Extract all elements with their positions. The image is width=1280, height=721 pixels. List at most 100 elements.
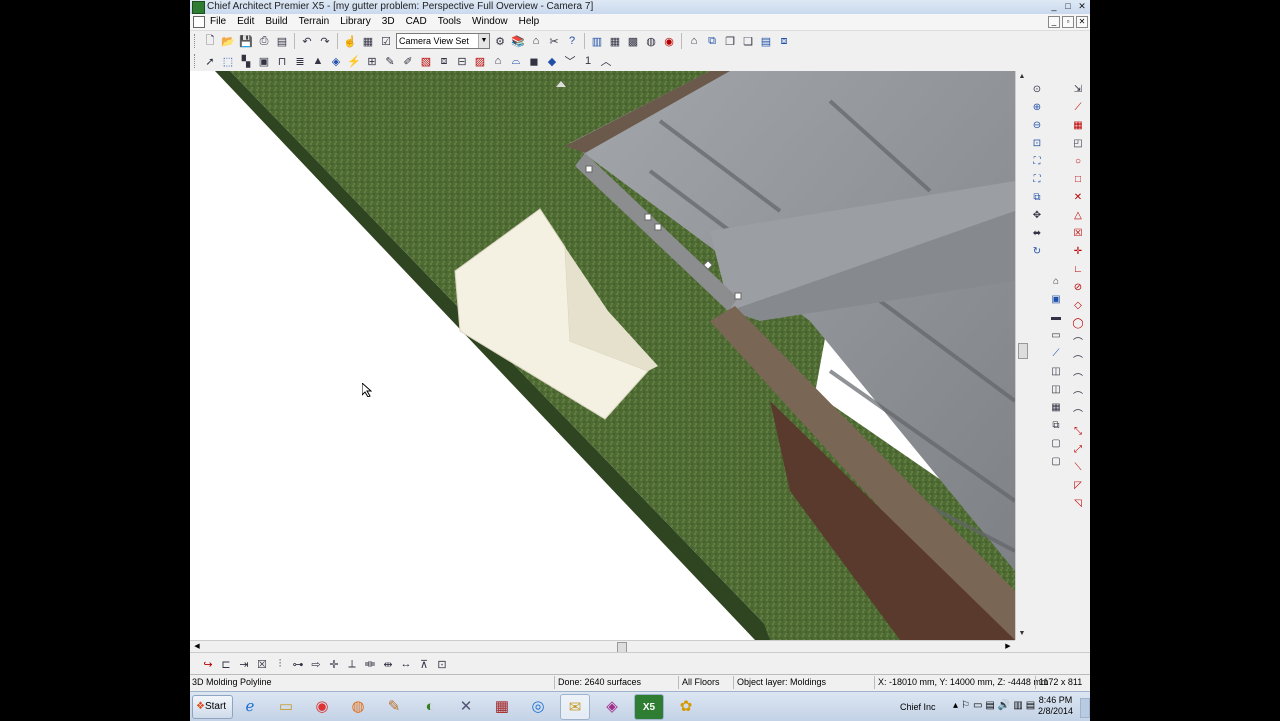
move-camera-icon[interactable]: ⬌ bbox=[1029, 225, 1045, 241]
library-icon[interactable]: 📚 bbox=[510, 33, 526, 49]
zoom-in-icon[interactable]: ⊕ bbox=[1029, 99, 1045, 115]
view-icon-3[interactable]: ▬ bbox=[1048, 309, 1064, 325]
menu-3d[interactable]: 3D bbox=[382, 16, 395, 27]
camera-view-set-dropdown[interactable]: Camera View Set ▼ bbox=[396, 33, 490, 49]
clock[interactable]: 8:46 PM 2/8/2014 bbox=[1038, 695, 1073, 717]
arc-icon-5[interactable]: ⌒ bbox=[1070, 405, 1086, 421]
copy-window-icon[interactable]: ❐ bbox=[722, 33, 738, 49]
copy-paste-icon[interactable]: ⊶ bbox=[290, 656, 306, 672]
wall-tool-icon[interactable]: ▚ bbox=[238, 53, 254, 69]
rectangle-icon[interactable]: □ bbox=[1070, 171, 1086, 187]
tape-measure-icon[interactable]: ⟂ bbox=[344, 656, 360, 672]
file-explorer-icon[interactable]: ▭ bbox=[272, 694, 300, 718]
app-icon-9[interactable]: ◎ bbox=[524, 694, 552, 718]
sphere-view-icon[interactable]: ◍ bbox=[643, 33, 659, 49]
no-symbol-icon[interactable]: ⊘ bbox=[1070, 279, 1086, 295]
grid-icon[interactable]: ▦ bbox=[1048, 399, 1064, 415]
open-object-icon[interactable]: ⊏ bbox=[218, 656, 234, 672]
distribute-icon[interactable]: ↔ bbox=[398, 656, 414, 672]
app-icon-11[interactable]: ◈ bbox=[598, 694, 626, 718]
send-to-layout-icon[interactable]: ⧈ bbox=[776, 33, 792, 49]
app-icon-10[interactable]: ✉ bbox=[560, 694, 590, 720]
delete-icon[interactable]: ☒ bbox=[254, 656, 270, 672]
grid-view-icon[interactable]: ▦ bbox=[607, 33, 623, 49]
menu-library[interactable]: Library bbox=[340, 16, 371, 27]
next-icon[interactable]: ↪ bbox=[200, 656, 216, 672]
cad-icon-24[interactable]: ◹ bbox=[1070, 495, 1086, 511]
checkbox-icon[interactable]: ☑ bbox=[378, 33, 394, 49]
solid-icon[interactable]: ◼ bbox=[526, 53, 542, 69]
start-button[interactable]: ❖Start bbox=[192, 695, 233, 719]
corner-icon[interactable]: ∟ bbox=[1070, 261, 1086, 277]
menu-window[interactable]: Window bbox=[472, 16, 508, 27]
arc-icon-3[interactable]: ⌒ bbox=[1070, 369, 1086, 385]
circle-icon[interactable]: ○ bbox=[1070, 153, 1086, 169]
house-camera-icon[interactable]: ⌂ bbox=[686, 33, 702, 49]
catalog-icon[interactable]: ⌂ bbox=[528, 33, 544, 49]
menu-edit[interactable]: Edit bbox=[237, 16, 254, 27]
flower-app-icon[interactable]: ✿ bbox=[672, 694, 700, 718]
layer-set-icon[interactable]: ▦ bbox=[360, 33, 376, 49]
cad-icon-23[interactable]: ◸ bbox=[1070, 477, 1086, 493]
layout-icon[interactable]: ▤ bbox=[758, 33, 774, 49]
terrain-icon[interactable]: ▨ bbox=[472, 53, 488, 69]
undo-zoom-icon[interactable]: ⊡ bbox=[1029, 135, 1045, 151]
paint-app-icon[interactable]: ✎ bbox=[380, 694, 408, 718]
center-icon[interactable]: ⊼ bbox=[416, 656, 432, 672]
transform-icon[interactable]: ⇥ bbox=[236, 656, 252, 672]
cad-icon-1[interactable]: ⇲ bbox=[1070, 81, 1086, 97]
cad-icon-20[interactable]: ⤡ bbox=[1070, 423, 1086, 439]
scroll-up-icon[interactable]: ▲ bbox=[1017, 72, 1027, 82]
fixture-icon[interactable]: ◈ bbox=[328, 53, 344, 69]
paste-window-icon[interactable]: ❏ bbox=[740, 33, 756, 49]
undo-icon[interactable]: ↶ bbox=[299, 33, 315, 49]
menu-build[interactable]: Build bbox=[265, 16, 287, 27]
electrical-icon[interactable]: ⚡ bbox=[346, 53, 362, 69]
doc-restore-button[interactable]: ▫ bbox=[1062, 16, 1074, 28]
arc-icon-1[interactable]: ⌒ bbox=[1070, 333, 1086, 349]
pencil-icon[interactable]: ✎ bbox=[382, 53, 398, 69]
fill-window-icon[interactable]: ⛶ bbox=[1029, 153, 1045, 169]
dimension-icon[interactable]: ▧ bbox=[418, 53, 434, 69]
cad-icon-2[interactable]: ⟋ bbox=[1070, 99, 1086, 115]
add-point-icon[interactable]: ✛ bbox=[326, 656, 342, 672]
align-icon[interactable]: ⟚ bbox=[362, 656, 378, 672]
cad-icon-3[interactable]: ▦ bbox=[1070, 117, 1086, 133]
print-icon[interactable]: ⎙ bbox=[256, 33, 272, 49]
window-tile-icon[interactable]: ⧉ bbox=[704, 33, 720, 49]
zoom-window-icon[interactable]: ⊙ bbox=[1029, 81, 1045, 97]
cad-icon-22[interactable]: ⟍ bbox=[1070, 459, 1086, 475]
plan-view-icon[interactable]: ▥ bbox=[589, 33, 605, 49]
edit-object-icon[interactable]: ⬚ bbox=[220, 53, 236, 69]
text-tool-icon[interactable]: ✐ bbox=[400, 53, 416, 69]
print-preview-icon[interactable]: ▤ bbox=[274, 33, 290, 49]
window-tool-icon[interactable]: ⊞ bbox=[364, 53, 380, 69]
table-view-icon[interactable]: ▩ bbox=[625, 33, 641, 49]
cabinet-icon[interactable]: ▣ bbox=[256, 53, 272, 69]
menu-cad[interactable]: CAD bbox=[406, 16, 427, 27]
floor-up-icon[interactable]: ︿ bbox=[598, 53, 614, 69]
document-menu-icon[interactable] bbox=[193, 16, 205, 28]
view-icon-6[interactable]: ◫ bbox=[1048, 363, 1064, 379]
move-icon[interactable]: ⇨ bbox=[308, 656, 324, 672]
scroll-left-icon[interactable]: ◀ bbox=[192, 642, 202, 652]
3d-view-canvas[interactable] bbox=[190, 71, 1015, 640]
roof-icon[interactable]: ▲ bbox=[310, 53, 326, 69]
help-icon[interactable]: ? bbox=[564, 33, 580, 49]
tray-label[interactable]: Chief Inc bbox=[900, 702, 936, 712]
select-arrow-icon[interactable]: ➚ bbox=[202, 53, 218, 69]
ring-icon[interactable]: ◯ bbox=[1070, 315, 1086, 331]
arc-icon-2[interactable]: ⌒ bbox=[1070, 351, 1086, 367]
doc-minimize-button[interactable]: _ bbox=[1048, 16, 1060, 28]
room-icon[interactable]: ⌂ bbox=[490, 53, 506, 69]
molding-icon[interactable]: ⌓ bbox=[508, 53, 524, 69]
open-folder-icon[interactable]: 📂 bbox=[220, 33, 236, 49]
polyline-properties-icon[interactable]: ⊡ bbox=[434, 656, 450, 672]
overview-camera-icon[interactable]: ◉ bbox=[661, 33, 677, 49]
chrome-icon[interactable]: ◉ bbox=[308, 694, 336, 718]
internet-explorer-icon[interactable]: ℯ bbox=[236, 694, 264, 718]
floor-down-icon[interactable]: ﹀ bbox=[562, 53, 578, 69]
app-icon[interactable] bbox=[192, 1, 205, 14]
polyline-icon[interactable]: ⟋ bbox=[1048, 345, 1064, 361]
minimize-button[interactable]: _ bbox=[1048, 1, 1060, 12]
